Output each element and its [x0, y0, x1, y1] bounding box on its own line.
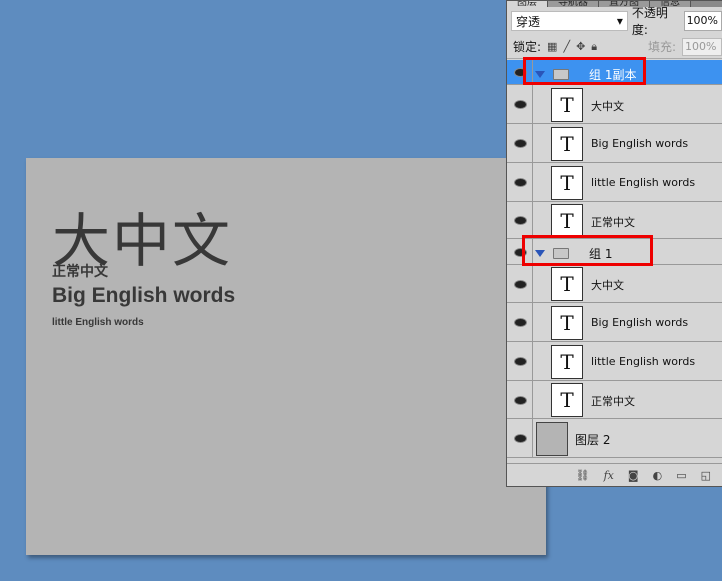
layer-row[interactable]: T Big English words [507, 124, 722, 163]
divider [532, 342, 533, 380]
layer-name: little English words [591, 354, 696, 368]
new-layer-icon[interactable]: ◱ [701, 469, 711, 482]
tab-navigator[interactable]: 导航器 [548, 1, 599, 7]
highlight-box [523, 57, 646, 85]
divider [532, 303, 533, 341]
text-layer-thumbnail-icon: T [551, 87, 583, 122]
layer-row[interactable]: T 正常中文 [507, 381, 722, 419]
visibility-eye-icon[interactable] [511, 174, 529, 192]
visibility-eye-icon[interactable] [511, 96, 529, 114]
layer-name: Big English words [591, 136, 689, 150]
text-layer-thumbnail-icon: T [551, 165, 583, 200]
normal-chinese-text: 正常中文 [52, 264, 108, 280]
lock-move-icon[interactable]: ✥ [576, 40, 585, 53]
lock-all-icon[interactable]: 🔒︎ [591, 40, 597, 54]
little-english-text: little English words [52, 317, 144, 328]
text-layer-thumbnail-icon: T [551, 267, 583, 301]
adjustment-icon[interactable]: ◐ [653, 469, 663, 482]
mask-icon[interactable]: ◙ [628, 469, 639, 482]
link-icon[interactable]: ⛓ [576, 469, 590, 482]
layer-row[interactable]: 图层 2 [507, 419, 722, 458]
fill-label: 填充: [647, 40, 676, 54]
panel-footer: ⛓ fx ◙ ◐ ▭ ◱ [507, 463, 722, 487]
divider [532, 163, 533, 201]
visibility-eye-icon[interactable] [511, 353, 529, 371]
divider [532, 202, 533, 238]
layer-row[interactable]: Tlittle English words [507, 163, 722, 202]
layer-row[interactable]: Tlittle English words [507, 342, 722, 381]
text-layer-thumbnail-icon: T [551, 126, 583, 161]
lock-label: 锁定: [513, 40, 542, 54]
divider [532, 419, 533, 457]
text-layer-thumbnail-icon: T [551, 344, 583, 379]
layer-row[interactable]: T Big English words [507, 303, 722, 342]
layer-name: 正常中文 [591, 215, 635, 229]
panel-tabs: 图层 导航器 直方图 信息 [507, 1, 722, 7]
opacity-input[interactable]: 100% [683, 11, 722, 31]
visibility-eye-icon[interactable] [511, 430, 529, 448]
text-layer-thumbnail-icon: T [551, 383, 583, 417]
text-layer-thumbnail-icon: T [551, 305, 583, 340]
layer-name: 图层 2 [575, 433, 611, 447]
document-canvas[interactable]: 大中文 正常中文 Big English words little Englis… [26, 158, 546, 555]
highlight-box [522, 235, 653, 266]
divider [532, 85, 533, 123]
blend-mode-select[interactable]: 穿透 ▾ [511, 11, 628, 31]
opacity-label: 不透明度: [631, 6, 668, 37]
layer-name: 大中文 [591, 99, 624, 113]
visibility-eye-icon[interactable] [511, 212, 529, 230]
lock-transparency-icon[interactable]: ▦ [547, 40, 557, 53]
fx-icon[interactable]: fx [604, 469, 614, 482]
layer-row[interactable]: T 正常中文 [507, 202, 722, 239]
fill-input[interactable]: 100% [682, 37, 722, 56]
tab-layers[interactable]: 图层 [507, 1, 548, 7]
divider [532, 124, 533, 162]
layer-thumbnail [536, 422, 568, 456]
layer-name: 正常中文 [591, 395, 635, 408]
chevron-down-icon: ▾ [616, 14, 623, 28]
visibility-eye-icon[interactable] [511, 135, 529, 153]
blend-mode-value: 穿透 [516, 14, 541, 29]
layer-name: little English words [591, 175, 696, 189]
layer-name: 大中文 [591, 279, 624, 292]
visibility-eye-icon[interactable] [511, 275, 529, 293]
divider [532, 265, 533, 302]
lock-brush-icon[interactable]: ╱ [563, 40, 570, 53]
layer-row[interactable]: T 大中文 [507, 265, 722, 303]
text-layer-thumbnail-icon: T [551, 203, 583, 238]
big-english-text: Big English words [52, 284, 236, 307]
layer-row[interactable]: T 大中文 [507, 85, 722, 124]
divider [532, 381, 533, 418]
visibility-eye-icon[interactable] [511, 391, 529, 409]
visibility-eye-icon[interactable] [511, 314, 529, 332]
layer-name: Big English words [591, 315, 689, 329]
new-group-icon[interactable]: ▭ [676, 469, 686, 482]
